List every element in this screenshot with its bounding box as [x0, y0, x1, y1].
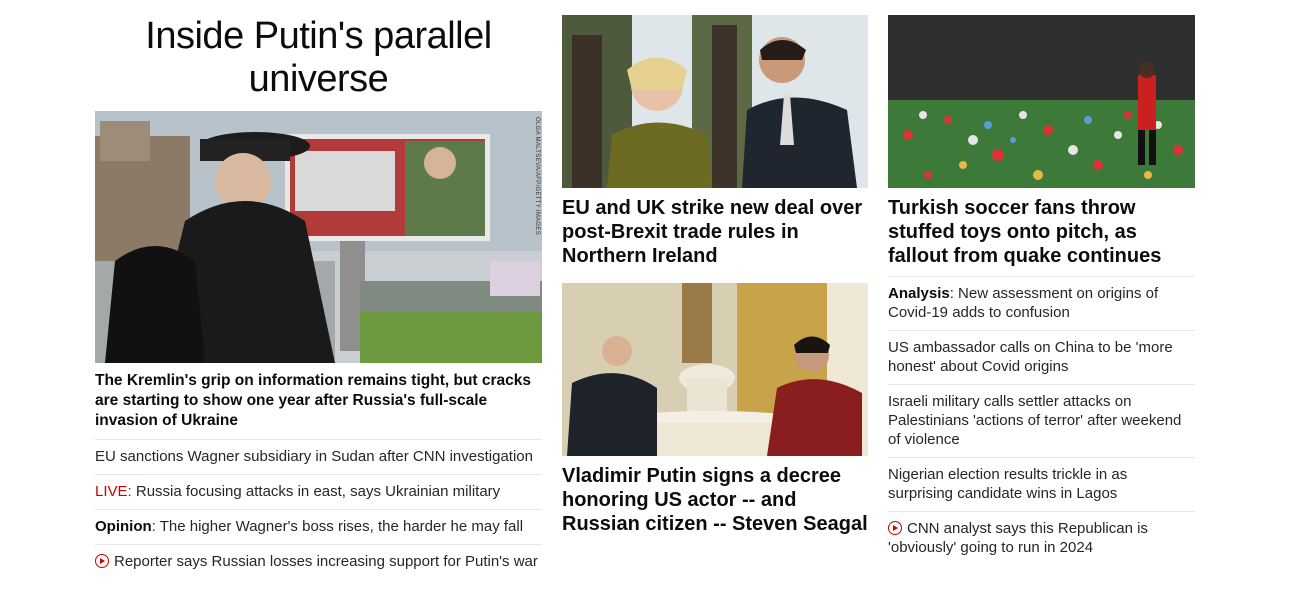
stuffed-toys-headline[interactable]: Turkish soccer fans throw stuffed toys o… — [888, 188, 1195, 276]
story-link[interactable]: Opinion: The higher Wagner's boss rises,… — [95, 509, 542, 544]
story-link-text: Nigerian election results trickle in as … — [888, 466, 1128, 502]
second-column: EU and UK strike new deal over post-Brex… — [562, 0, 868, 536]
story-link[interactable]: Analysis: New assessment on origins of C… — [888, 276, 1195, 330]
eu-uk-deal-image[interactable] — [562, 15, 868, 188]
analysis-label: Analysis — [888, 285, 950, 302]
eu-uk-deal-headline[interactable]: EU and UK strike new deal over post-Brex… — [562, 188, 868, 268]
story-link-text: CNN analyst says this Republican is 'obv… — [888, 520, 1148, 556]
image-credit: OLGA MALTSEVA/AFP/GETTY IMAGES — [534, 117, 540, 236]
story-link-text: EU sanctions Wagner subsidiary in Sudan … — [95, 448, 533, 465]
video-story-link[interactable]: CNN analyst says this Republican is 'obv… — [888, 511, 1195, 565]
story-link-text: Israeli military calls settler attacks o… — [888, 393, 1182, 448]
story-link[interactable]: US ambassador calls on China to be 'more… — [888, 330, 1195, 384]
story-link-text: Reporter says Russian losses increasing … — [114, 553, 538, 570]
play-icon — [888, 521, 902, 535]
story-link-text: : The higher Wagner's boss rises, the ha… — [151, 518, 524, 535]
story-link[interactable]: LIVE: Russia focusing attacks in east, s… — [95, 474, 542, 509]
main-story-image[interactable]: OLGA MALTSEVA/AFP/GETTY IMAGES — [95, 111, 542, 363]
putin-seagal-headline[interactable]: Vladimir Putin signs a decree honoring U… — [562, 456, 868, 536]
story-link-text: US ambassador calls on China to be 'more… — [888, 339, 1173, 375]
main-story-column: Inside Putin's parallel universe OLGA MA… — [95, 0, 542, 579]
opinion-label: Opinion — [95, 518, 152, 535]
main-story-summary[interactable]: The Kremlin's grip on information remain… — [95, 363, 542, 439]
story-link[interactable]: Nigerian election results trickle in as … — [888, 457, 1195, 511]
live-label: LIVE: — [95, 483, 132, 500]
story-link[interactable]: EU sanctions Wagner subsidiary in Sudan … — [95, 439, 542, 474]
stuffed-toys-image[interactable] — [888, 15, 1195, 188]
story-link-text: Russia focusing attacks in east, says Uk… — [131, 483, 501, 500]
putin-seagal-image[interactable] — [562, 283, 868, 456]
video-story-link[interactable]: Reporter says Russian losses increasing … — [95, 544, 542, 579]
story-link[interactable]: Israeli military calls settler attacks o… — [888, 384, 1195, 457]
third-column: Turkish soccer fans throw stuffed toys o… — [888, 0, 1195, 565]
play-icon — [95, 554, 109, 568]
main-headline[interactable]: Inside Putin's parallel universe — [95, 0, 542, 111]
